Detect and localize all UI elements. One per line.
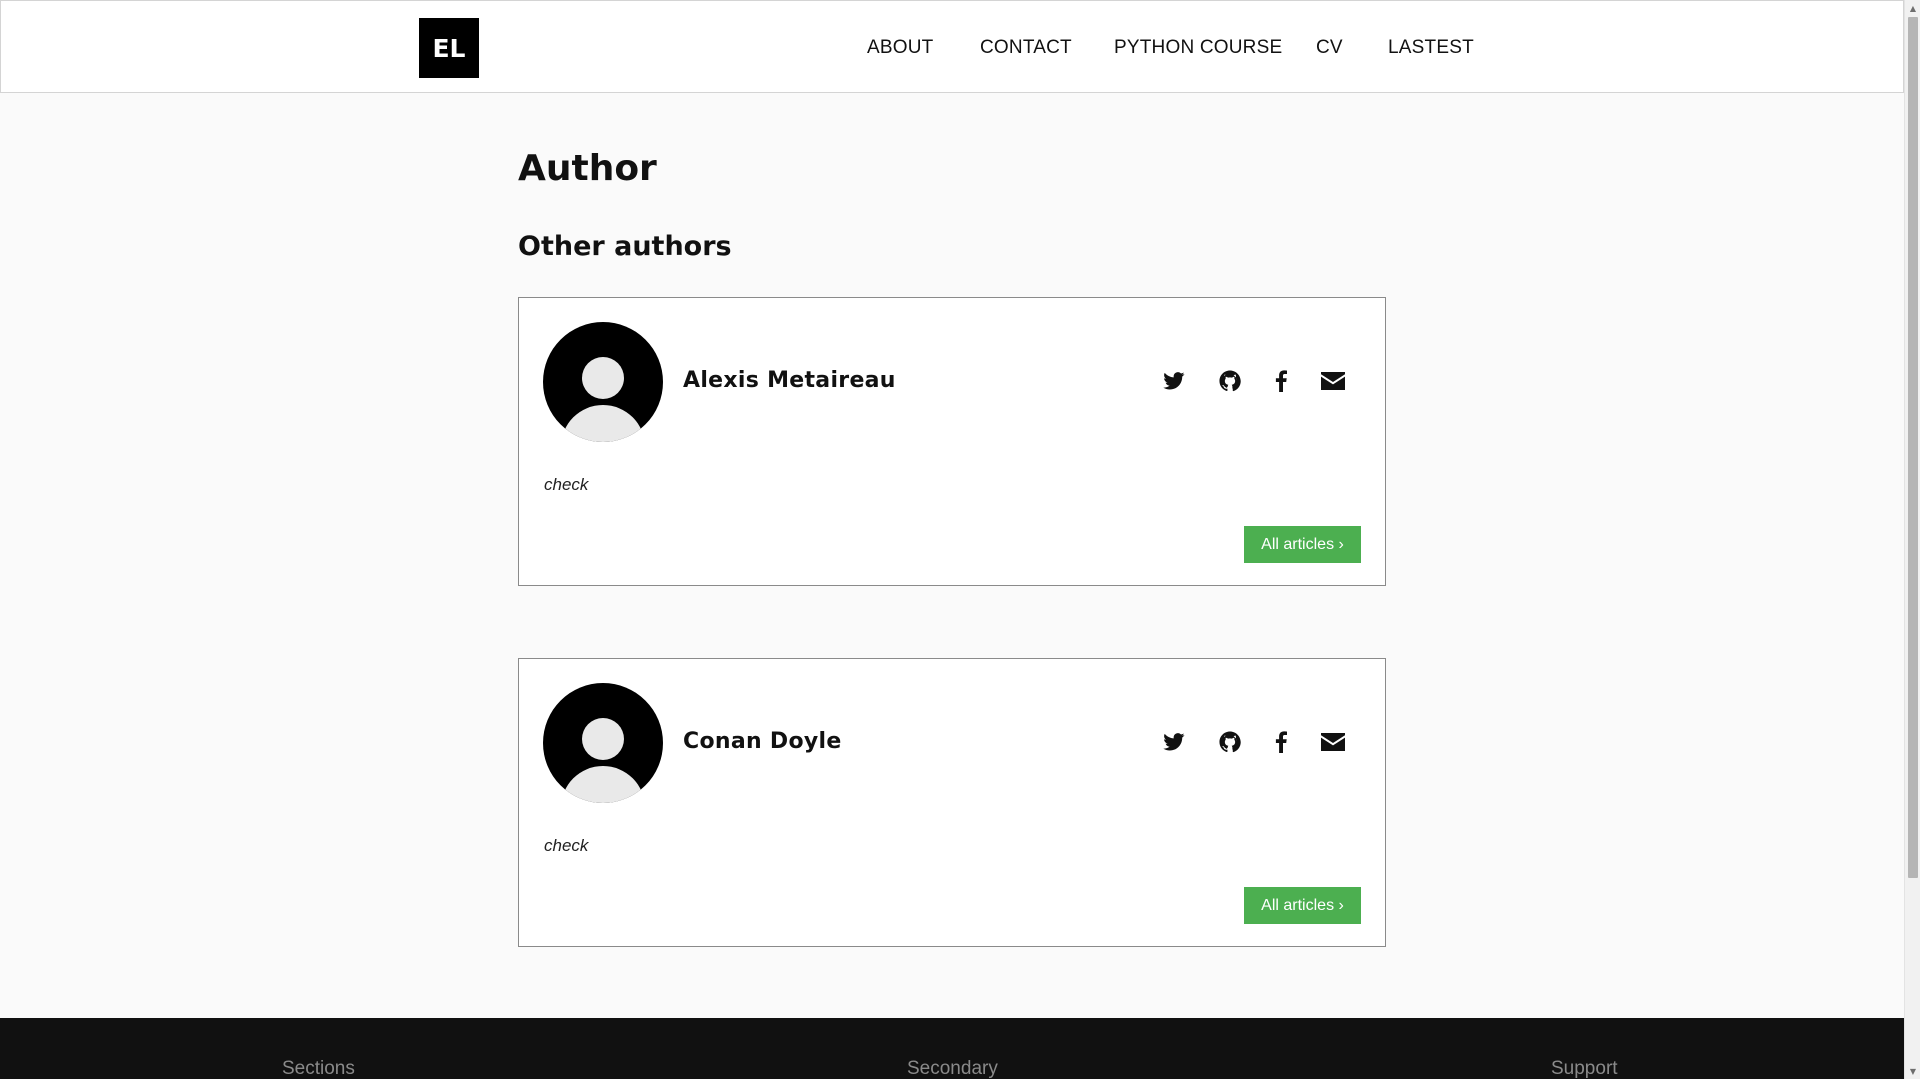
nav-cv[interactable]: CV: [1316, 37, 1343, 59]
envelope-icon[interactable]: [1320, 368, 1346, 394]
site-footer: Sections Secondary Support: [0, 1018, 1904, 1079]
author-card: Alexis Metaireau check All articles ›: [518, 297, 1386, 586]
nav-contact[interactable]: CONTACT: [980, 37, 1072, 59]
site-header: EL ABOUT CONTACT PYTHON COURSE CV LASTES…: [0, 0, 1904, 93]
twitter-icon[interactable]: [1161, 729, 1187, 755]
footer-secondary-heading: Secondary: [907, 1058, 998, 1079]
other-authors-heading: Other authors: [518, 231, 732, 262]
page-title: Author: [518, 148, 657, 189]
site-logo[interactable]: EL: [419, 18, 479, 78]
facebook-icon[interactable]: [1268, 368, 1294, 394]
author-card: Conan Doyle check All articles ›: [518, 658, 1386, 947]
nav-python-course[interactable]: PYTHON COURSE: [1114, 37, 1282, 59]
scrollbar-thumb[interactable]: [1908, 17, 1918, 878]
twitter-icon[interactable]: [1161, 368, 1187, 394]
envelope-icon[interactable]: [1320, 729, 1346, 755]
github-icon[interactable]: [1217, 729, 1243, 755]
all-articles-button[interactable]: All articles ›: [1244, 526, 1361, 563]
footer-sections-heading: Sections: [282, 1058, 355, 1079]
vertical-scrollbar[interactable]: ▲ ▼: [1904, 0, 1920, 1079]
nav-about[interactable]: ABOUT: [867, 37, 933, 59]
author-bio: check: [544, 836, 589, 855]
footer-support-heading: Support: [1551, 1058, 1618, 1079]
facebook-icon[interactable]: [1268, 729, 1294, 755]
all-articles-button[interactable]: All articles ›: [1244, 887, 1361, 924]
avatar: [543, 322, 663, 442]
avatar: [543, 683, 663, 803]
scroll-down-icon[interactable]: ▼: [1905, 1063, 1920, 1079]
github-icon[interactable]: [1217, 368, 1243, 394]
nav-lastest[interactable]: LASTEST: [1388, 37, 1474, 59]
scroll-up-icon[interactable]: ▲: [1905, 0, 1920, 16]
author-bio: check: [544, 475, 589, 494]
author-name: Conan Doyle: [683, 729, 842, 754]
author-name: Alexis Metaireau: [683, 368, 896, 393]
